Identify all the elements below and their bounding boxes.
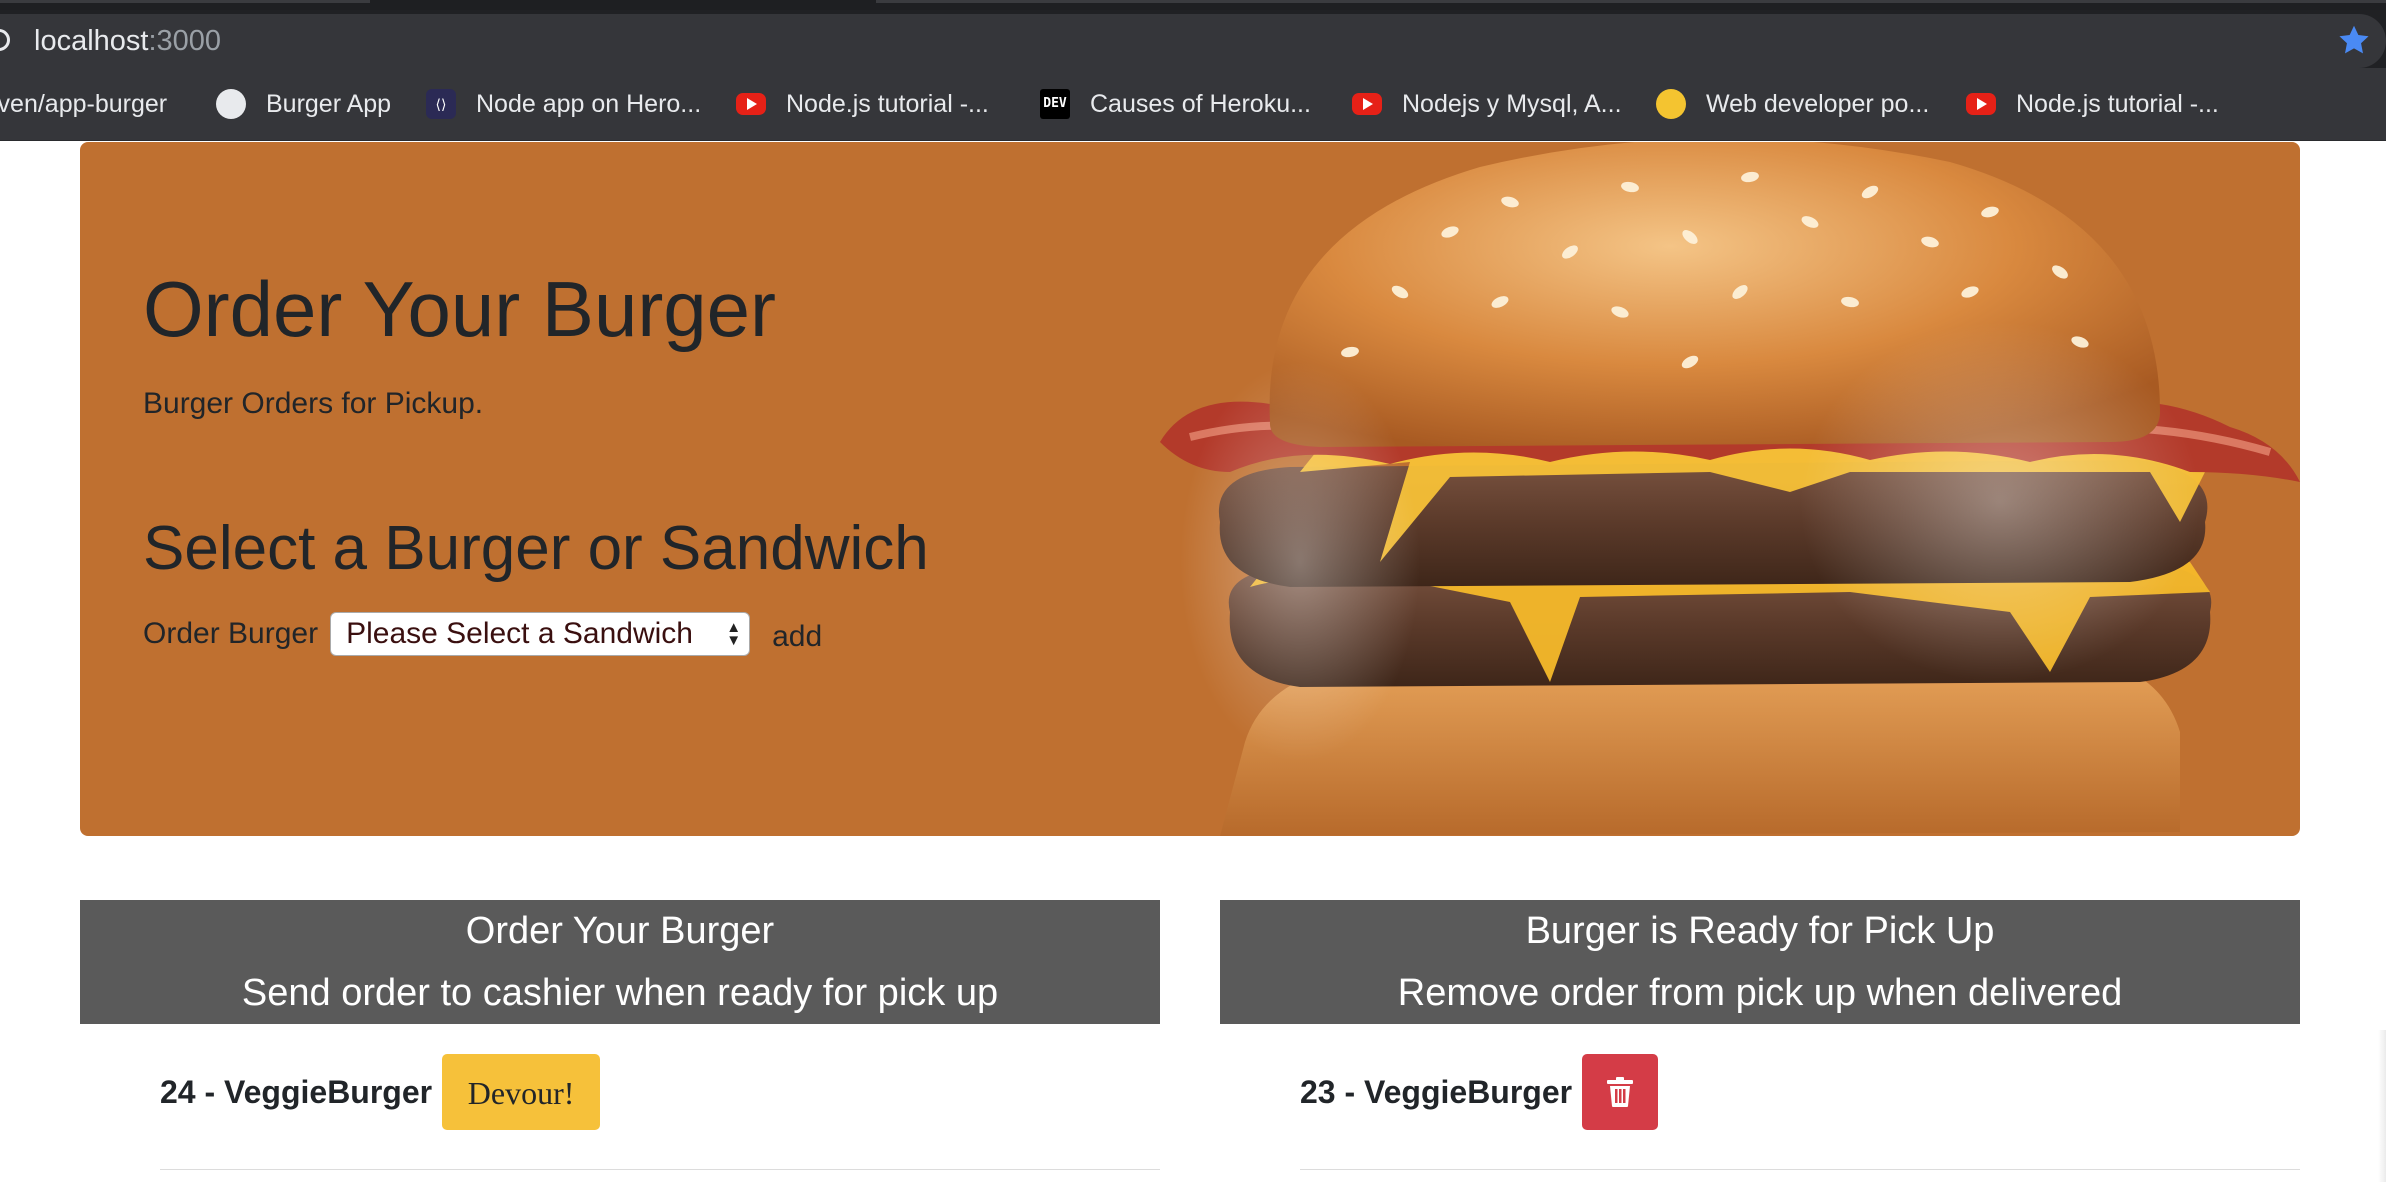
bookmark-item[interactable]: Node.js tutorial -... (1966, 84, 2219, 124)
url-text[interactable]: localhost:3000 (34, 24, 221, 58)
bookmark-item[interactable]: Burger App (216, 84, 391, 124)
order-form: Order Burger Please Select a Sandwich ▲ ▼… (143, 612, 822, 656)
bookmark-item[interactable]: Web developer po... (1656, 84, 1929, 124)
delete-order-button[interactable] (1582, 1054, 1659, 1130)
sandwich-select[interactable]: Please Select a Sandwich ▲ ▼ (330, 612, 751, 656)
page-title: Order Your Burger (143, 265, 777, 353)
burger-image (1160, 142, 2300, 836)
trash-icon (1607, 1077, 1634, 1107)
bookmark-item[interactable]: ⟨⟩ Node app on Hero... (426, 84, 701, 124)
tab-indicator (0, 0, 370, 3)
hero-banner: Order Your Burger Burger Orders for Pick… (80, 142, 2300, 836)
select-arrows-icon: ▲ ▼ (726, 619, 742, 649)
pickup-order-name: 23 - VeggieBurger (1300, 1073, 1573, 1110)
pickup-panel-subtitle: Remove order from pick up when delivered (1397, 972, 2123, 1014)
bookmark-label: Nodejs y Mysql, A... (1402, 89, 1622, 118)
bookmark-label: iven/app-burger (0, 89, 168, 118)
order-burger-label: Order Burger (143, 617, 319, 650)
url-port: :3000 (148, 25, 222, 57)
address-bar: i localhost:3000 (0, 10, 2386, 68)
order-panel: Order Your Burger Send order to cashier … (80, 900, 1160, 1170)
bookmarks-bar: iven/app-burger Burger App ⟨⟩ Node app o… (0, 68, 2386, 141)
youtube-icon (736, 93, 766, 115)
order-panel-title: Order Your Burger (465, 910, 775, 952)
bookmark-item[interactable]: Node.js tutorial -... (736, 84, 989, 124)
bookmark-item[interactable]: Nodejs y Mysql, A... (1352, 84, 1622, 124)
bookmark-label: Node.js tutorial -... (786, 89, 989, 118)
tab-strip (0, 0, 2386, 10)
bookmark-label: Causes of Heroku... (1090, 89, 1311, 118)
pickup-row: 23 - VeggieBurger (1300, 1054, 2300, 1170)
lightbulb-icon (1656, 89, 1686, 119)
bookmark-item[interactable]: DEV Causes of Heroku... (1040, 84, 1311, 124)
tab-indicator (876, 0, 2386, 3)
globe-icon (216, 89, 246, 119)
order-panel-subtitle: Send order to cashier when ready for pic… (241, 972, 999, 1014)
pickup-panel-header: Burger is Ready for Pick Up Remove order… (1220, 900, 2300, 1024)
heroku-icon: ⟨⟩ (426, 89, 456, 119)
bookmark-label: Burger App (266, 89, 392, 118)
bookmark-item[interactable]: iven/app-burger (0, 84, 167, 124)
pickup-panel-title: Burger is Ready for Pick Up (1525, 910, 1995, 952)
url-host: localhost (34, 25, 149, 57)
pickup-panel: Burger is Ready for Pick Up Remove order… (1220, 900, 2300, 1170)
bookmark-star-icon[interactable] (2336, 22, 2372, 58)
bookmark-label: Node app on Hero... (476, 89, 702, 118)
add-button[interactable]: add (772, 620, 822, 654)
dev-icon: DEV (1040, 89, 1070, 119)
url-field[interactable]: i localhost:3000 (0, 14, 2386, 68)
order-row: 24 - VeggieBurger Devour! (160, 1054, 1160, 1170)
sandwich-select-value: Please Select a Sandwich (346, 617, 693, 650)
scroll-edge-shadow (2378, 1030, 2386, 1182)
order-panel-header: Order Your Burger Send order to cashier … (80, 900, 1160, 1024)
page-subtitle: Burger Orders for Pickup. (143, 387, 484, 420)
bookmark-label: Web developer po... (1706, 89, 1930, 118)
bookmark-label: Node.js tutorial -... (2016, 89, 2219, 118)
youtube-icon (1352, 93, 1382, 115)
devour-button[interactable]: Devour! (442, 1054, 601, 1130)
site-info-icon[interactable]: i (0, 29, 10, 51)
youtube-icon (1966, 93, 1996, 115)
order-name: 24 - VeggieBurger (160, 1073, 433, 1110)
select-heading: Select a Burger or Sandwich (143, 514, 929, 583)
